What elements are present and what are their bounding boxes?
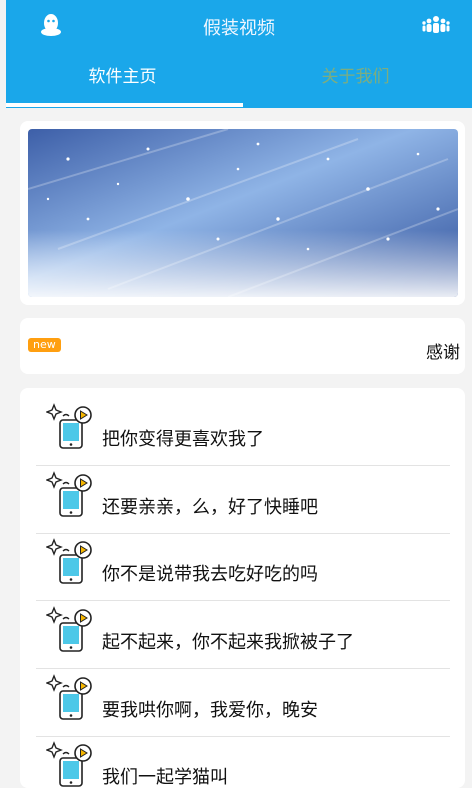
video-list: 把你变得更喜欢我了 还要亲亲，么，好了快睡吧 你不是说带我去吃好吃的吗 起不起来… — [20, 388, 465, 788]
phone-video-icon — [45, 402, 96, 452]
phone-video-icon — [45, 470, 96, 520]
list-item[interactable]: 把你变得更喜欢我了 — [36, 398, 450, 466]
list-item-label: 要我哄你啊，我爱你，晚安 — [102, 700, 318, 721]
phone-video-icon — [45, 673, 96, 723]
phone-video-icon — [45, 537, 96, 587]
tab-bar: 软件主页 关于我们 — [6, 62, 472, 108]
list-item[interactable]: 起不起来，你不起来我掀被子了 — [36, 601, 450, 669]
group-people-icon[interactable] — [422, 14, 450, 36]
list-item-label: 还要亲亲，么，好了快睡吧 — [102, 497, 318, 518]
list-item-label: 起不起来，你不起来我掀被子了 — [102, 632, 354, 653]
phone-video-icon — [45, 605, 96, 655]
tab-about[interactable]: 关于我们 — [239, 62, 472, 108]
list-item[interactable]: 我们一起学猫叫 — [36, 736, 450, 788]
page-title: 假装视频 — [203, 18, 275, 39]
notice-bar: new 感谢 — [20, 318, 465, 374]
list-item-label: 把你变得更喜欢我了 — [102, 429, 264, 450]
notice-marquee-text: 感谢 — [426, 343, 460, 363]
list-item[interactable]: 你不是说带我去吃好吃的吗 — [36, 533, 450, 601]
list-item[interactable]: 还要亲亲，么，好了快睡吧 — [36, 466, 450, 534]
phone-video-icon — [45, 740, 96, 788]
new-badge: new — [28, 338, 61, 352]
list-item[interactable]: 要我哄你啊，我爱你，晚安 — [36, 669, 450, 737]
banner-card — [20, 121, 465, 305]
tab-home[interactable]: 软件主页 — [6, 62, 239, 108]
banner-image[interactable] — [28, 129, 458, 297]
app-header: 假装视频 软件主页 关于我们 — [6, 0, 472, 108]
list-item-label: 我们一起学猫叫 — [102, 767, 228, 788]
active-tab-indicator — [6, 103, 243, 107]
list-item-label: 你不是说带我去吃好吃的吗 — [102, 564, 318, 585]
